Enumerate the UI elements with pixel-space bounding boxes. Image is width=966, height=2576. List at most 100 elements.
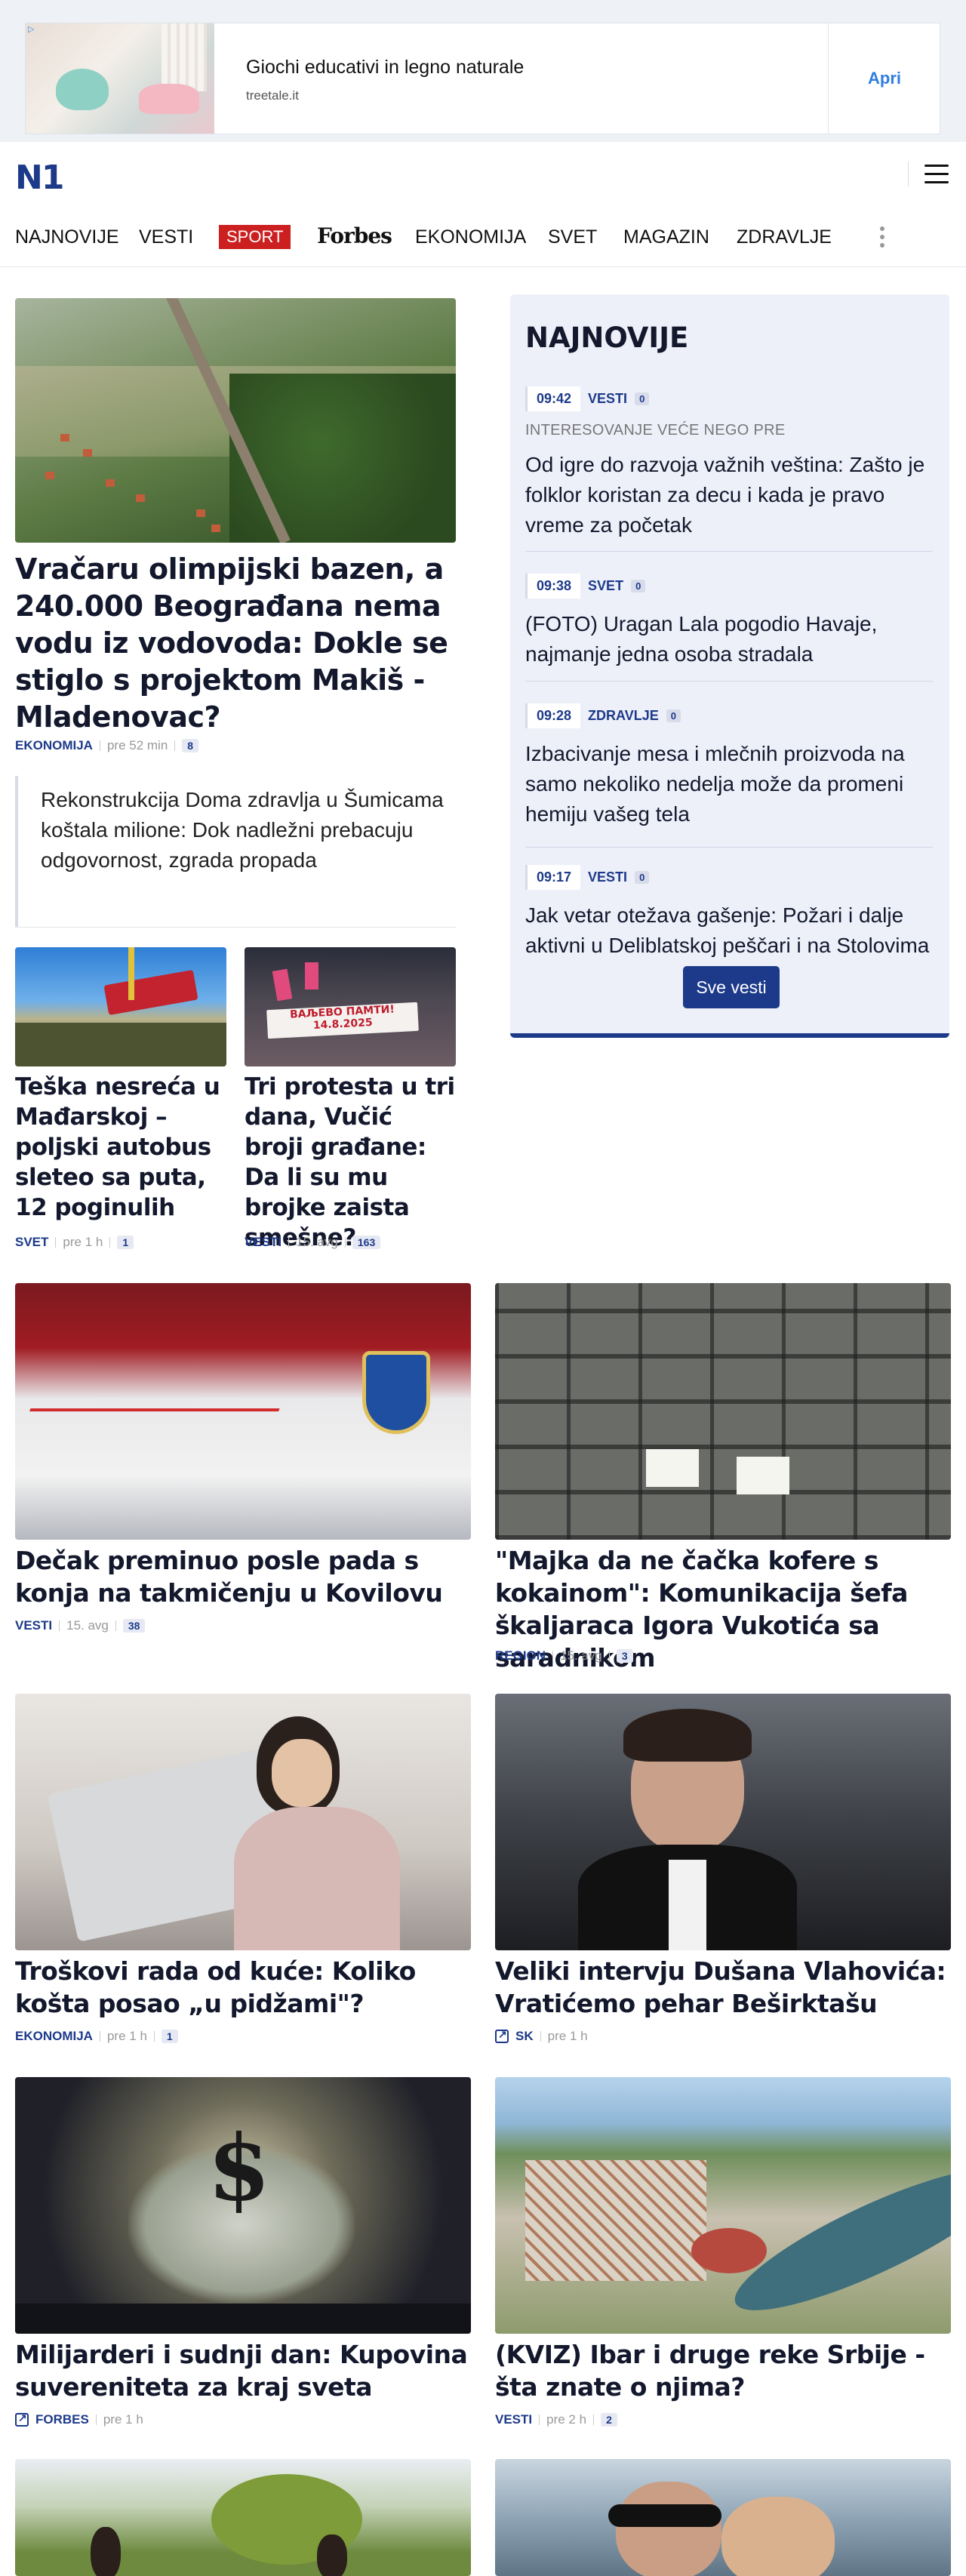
featured-image[interactable] — [15, 298, 456, 543]
timestamp: pre 52 min — [106, 738, 168, 752]
latest-title[interactable]: Jak vetar otežava gašenje: Požari i dalj… — [525, 900, 933, 961]
nav-item-najnovije[interactable]: NAJNOVIJE — [15, 226, 119, 248]
site-logo[interactable]: N1 — [15, 158, 64, 197]
comment-count[interactable]: 2 — [601, 2413, 617, 2427]
main-nav: NAJNOVIJE VESTI SPORT Forbes EKONOMIJA S… — [0, 219, 966, 267]
article-title[interactable]: Troškovi rada od kuće: Koliko košta posa… — [15, 1955, 475, 2020]
timestamp: pre 2 h — [546, 2412, 587, 2427]
category-link[interactable]: SK — [515, 2029, 534, 2044]
article-image[interactable] — [495, 2459, 951, 2576]
featured-meta: EKONOMIJA pre 52 min 8 — [15, 738, 199, 753]
comment-count[interactable]: 163 — [352, 1236, 381, 1249]
article-image[interactable] — [15, 1694, 471, 1950]
article-image[interactable] — [15, 2459, 471, 2576]
featured-title[interactable]: Vračaru olimpijski bazen, a 240.000 Beog… — [15, 551, 456, 736]
related-title[interactable]: Rekonstrukcija Doma zdravlja u Šumicama … — [41, 776, 456, 876]
article-image[interactable] — [495, 1283, 951, 1540]
article-image[interactable]: $ — [15, 2077, 471, 2334]
latest-item[interactable]: 09:28 ZDRAVLJE 0 Izbacivanje mesa i mlečni… — [525, 703, 933, 829]
divider — [525, 847, 933, 848]
category-link[interactable]: SVET — [15, 1235, 48, 1250]
category-link[interactable]: FORBES — [35, 2412, 89, 2427]
latest-heading: NAJNOVIJE — [525, 322, 689, 354]
category-link[interactable]: EKONOMIJA — [15, 2029, 93, 2044]
divider — [525, 681, 933, 682]
ad-image[interactable] — [26, 23, 214, 134]
article-title[interactable]: Teška nesreća u Mađarskoj – poljski auto… — [15, 1072, 226, 1223]
comment-count[interactable]: 1 — [161, 2030, 178, 2043]
ad-card[interactable]: Giochi educativi in legno naturale treet… — [25, 23, 940, 134]
category-link[interactable]: VESTI — [588, 391, 627, 407]
article-meta: FORBES pre 1 h — [15, 2411, 143, 2427]
timestamp: pre 1 h — [103, 2412, 143, 2427]
category-link[interactable]: REGION — [495, 1648, 546, 1663]
article-meta: REGION 15. avg 3 — [495, 1648, 633, 1663]
latest-item[interactable]: 09:38 SVET 0 (FOTO) Uragan Lala pogodio Ha… — [525, 574, 933, 669]
nav-item-sport[interactable]: SPORT — [219, 225, 291, 249]
article-meta: VESTI 15. avg 38 — [15, 1618, 146, 1633]
article-title[interactable]: Tri protesta u tri dana, Vučić broji gra… — [245, 1072, 456, 1253]
nav-item-forbes[interactable]: Forbes — [317, 223, 392, 248]
comment-count[interactable]: 3 — [616, 1649, 633, 1663]
comment-count[interactable]: 8 — [182, 739, 199, 752]
latest-time: 09:17 — [525, 865, 581, 890]
article-image[interactable] — [495, 2077, 951, 2334]
divider — [15, 927, 456, 928]
category-link[interactable]: EKONOMIJA — [15, 738, 93, 753]
article-meta: SVET pre 1 h 1 — [15, 1235, 134, 1250]
comment-count[interactable]: 38 — [122, 1619, 146, 1633]
comment-count[interactable]: 0 — [666, 709, 681, 722]
divider — [908, 162, 909, 187]
more-vertical-icon[interactable] — [880, 226, 886, 251]
latest-news-panel: NAJNOVIJE 09:42 VESTI 0 INTERESOVANJE VEĆE… — [510, 294, 949, 1038]
category-link[interactable]: VESTI — [245, 1235, 281, 1250]
timestamp: 15. avg — [296, 1235, 338, 1249]
article-meta: EKONOMIJA pre 1 h 1 — [15, 2029, 178, 2044]
category-link[interactable]: ZDRAVLJE — [588, 708, 659, 724]
latest-title[interactable]: Od igre do razvoja važnih veština: Zašto… — [525, 450, 933, 540]
ad-open-button[interactable]: Apri — [829, 23, 940, 134]
timestamp: pre 1 h — [63, 1235, 103, 1249]
latest-title[interactable]: Izbacivanje mesa i mlečnih proizvoda na … — [525, 739, 933, 829]
comment-count[interactable]: 0 — [631, 580, 646, 592]
divider — [525, 551, 933, 552]
protest-banner-date: 14.8.2025 — [312, 1016, 374, 1033]
article-meta: VESTI 15. avg 163 — [245, 1235, 381, 1250]
comment-count[interactable]: 0 — [635, 392, 650, 405]
article-title[interactable]: (KVIZ) Ibar i druge reke Srbije - šta zn… — [495, 2338, 955, 2403]
article-title[interactable]: Dečak preminuo posle pada s konja na tak… — [15, 1544, 475, 1609]
comment-count[interactable]: 0 — [635, 871, 650, 884]
dollar-sign-icon: $ — [208, 2115, 271, 2221]
latest-item[interactable]: 09:42 VESTI 0 INTERESOVANJE VEĆE NEGO PRE … — [525, 386, 933, 540]
latest-time: 09:42 — [525, 386, 581, 411]
article-image[interactable]: ВАЉЕВО ПАМТИ! 14.8.2025 — [245, 947, 456, 1066]
article-meta: SK pre 1 h — [495, 2028, 588, 2044]
category-link[interactable]: SVET — [588, 578, 623, 594]
adchoices-icon[interactable]: ▷ — [28, 24, 38, 35]
comment-count[interactable]: 1 — [117, 1236, 134, 1249]
category-link[interactable]: VESTI — [588, 869, 627, 885]
nav-item-svet[interactable]: SVET — [548, 226, 597, 248]
article-image[interactable] — [15, 947, 226, 1066]
article-title[interactable]: Milijarderi i sudnji dan: Kupovina suver… — [15, 2338, 475, 2403]
latest-item[interactable]: 09:17 VESTI 0 Jak vetar otežava gašenje: P… — [525, 865, 933, 961]
latest-time: 09:28 — [525, 703, 581, 728]
nav-item-ekonomija[interactable]: EKONOMIJA — [415, 226, 526, 248]
related-article[interactable]: Rekonstrukcija Doma zdravlja u Šumicama … — [15, 776, 456, 927]
nav-item-vesti[interactable]: VESTI — [139, 226, 193, 248]
category-link[interactable]: VESTI — [495, 2412, 532, 2427]
timestamp: 15. avg — [66, 1618, 109, 1633]
ad-banner: Giochi educativi in legno naturale treet… — [0, 0, 966, 142]
timestamp: pre 1 h — [547, 2029, 588, 2043]
article-title[interactable]: Veliki intervju Dušana Vlahovića: Vratić… — [495, 1955, 955, 2020]
nav-item-magazin[interactable]: MAGAZIN — [623, 226, 709, 248]
nav-item-zdravlje[interactable]: ZDRAVLJE — [737, 226, 832, 248]
ad-url: treetale.it — [246, 88, 299, 103]
article-image[interactable] — [15, 1283, 471, 1540]
all-news-button[interactable]: Sve vesti — [683, 966, 780, 1008]
hamburger-menu-icon[interactable] — [924, 165, 949, 184]
latest-title[interactable]: (FOTO) Uragan Lala pogodio Havaje, najma… — [525, 609, 933, 669]
article-image[interactable] — [495, 1694, 951, 1950]
ad-title[interactable]: Giochi educativi in legno naturale — [246, 57, 524, 78]
category-link[interactable]: VESTI — [15, 1618, 52, 1633]
